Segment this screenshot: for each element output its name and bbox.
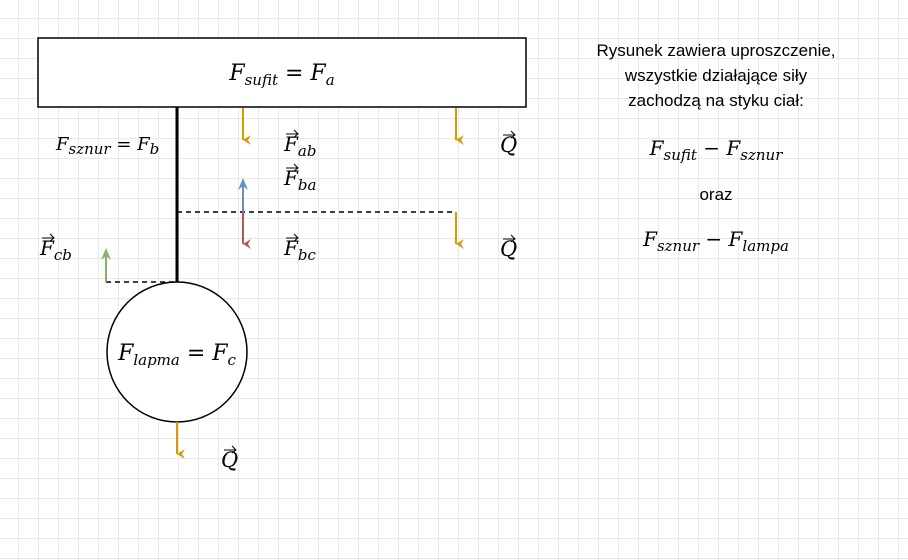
label-f-ab: Fab (283, 129, 316, 160)
svg-text:Q: Q (500, 133, 517, 157)
note-pair-1: Fsufit − Fsznur (649, 136, 784, 164)
note-line-3: zachodzą na styku ciał: (628, 91, 804, 110)
label-f-cb: Fcb (39, 233, 72, 264)
note-pair-2: Fsznur − Flampa (642, 227, 789, 255)
note-line-2: wszystkie działające siły (624, 66, 808, 85)
label-q-cord: Q (500, 234, 517, 261)
label-q-lamp: Q (221, 445, 238, 472)
svg-text:Fab: Fab (283, 132, 316, 160)
note-line-1: Rysunek zawiera uproszczenie, (596, 41, 835, 60)
ceiling-label: Fsufit = Fa (228, 61, 334, 89)
svg-text:Fbc: Fbc (283, 236, 316, 264)
svg-text:Q: Q (500, 237, 517, 261)
svg-text:Fcb: Fcb (39, 236, 72, 264)
svg-text:Fba: Fba (283, 166, 316, 194)
label-f-ba: Fba (283, 163, 316, 194)
note-conj: oraz (699, 185, 732, 204)
cord-label: Fsznur = Fb (55, 134, 159, 158)
force-diagram: Fsufit = Fa Fsznur = Fb Flapma = Fc Fab … (37, 37, 836, 472)
label-f-bc: Fbc (283, 233, 316, 264)
svg-text:Q: Q (221, 448, 238, 472)
label-q-ceiling: Q (500, 130, 517, 157)
